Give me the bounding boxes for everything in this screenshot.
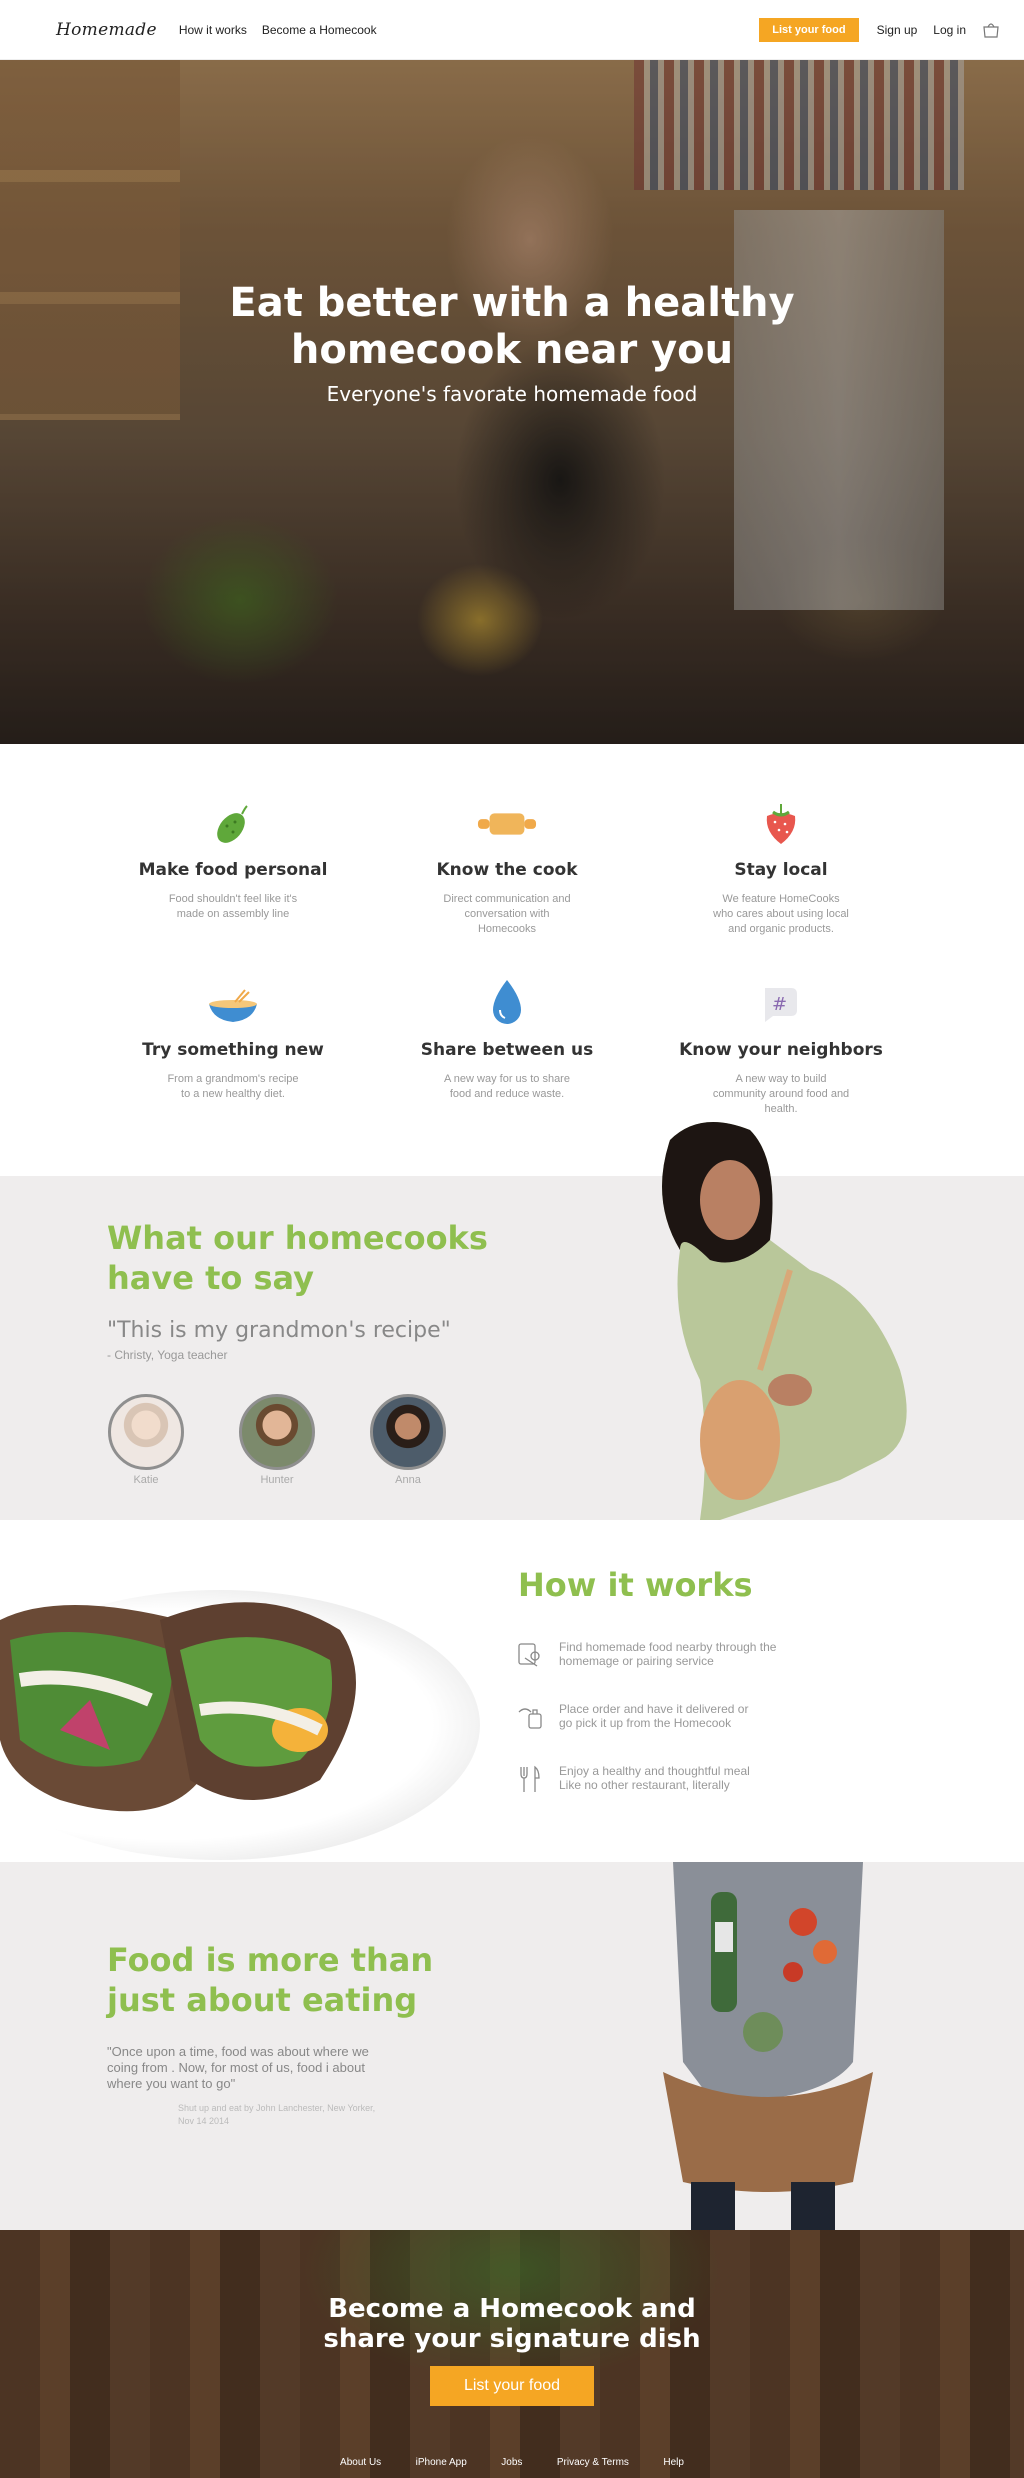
testimonials-heading-line-1: What our homecooks [107, 1219, 488, 1257]
hero-title-line-1: Eat better with a healthy [229, 280, 795, 326]
shopping-bag-icon[interactable] [982, 21, 1000, 38]
footer-links: About Us iPhone App Jobs Privacy & Terms… [0, 2452, 1024, 2470]
step-text-line-1: Find homemade food nearby through the [559, 1640, 777, 1654]
become-homecook-cta-section: Become a Homecook and share your signatu… [0, 2230, 1024, 2478]
how-it-works-heading: How it works [518, 1566, 753, 1604]
feature-stay-local: Stay local We feature HomeCooks who care… [671, 796, 891, 937]
footer-link-jobs[interactable]: Jobs [501, 2457, 522, 2468]
food-heading: Food is more than just about eating [107, 1940, 433, 2020]
avatar[interactable] [370, 1394, 446, 1470]
avatar-hunter[interactable]: Hunter [238, 1394, 316, 1486]
food-heading-line-2: just about eating [107, 1981, 418, 2019]
top-navbar: Homemade How it works Become a Homecook … [0, 0, 1024, 60]
step-find-food: Find homemade food nearby through the ho… [515, 1640, 819, 1670]
features-section: Make food personal Food shouldn't feel l… [0, 744, 1024, 1176]
feature-text: We feature HomeCooks who cares about usi… [713, 893, 849, 935]
feature-title: Share between us [420, 1040, 594, 1060]
phone-search-icon [518, 1643, 540, 1667]
cta-background-overlay [0, 2230, 1024, 2478]
hero-subtitle: Everyone's favorate homemade food [326, 382, 698, 406]
fork-knife-icon [520, 1765, 540, 1792]
step-text-line-1: Enjoy a healthy and thoughtful meal [559, 1764, 750, 1778]
food-heading-line-1: Food is more than [107, 1941, 434, 1979]
hero-title-line-2: homecook near you [290, 327, 734, 373]
pickle-icon [203, 796, 263, 852]
cta-heading-line-2: share your signature dish [323, 2324, 701, 2354]
step-text-line-2: homemage or pairing service [559, 1654, 714, 1668]
list-your-food-button[interactable]: List your food [759, 17, 859, 42]
feature-title: Try something new [142, 1040, 324, 1060]
nav-link-become-homecook[interactable]: Become a Homecook [262, 23, 377, 37]
feature-text: Food shouldn't feel like it's made on as… [168, 893, 298, 920]
avatar[interactable] [108, 1394, 184, 1470]
step-text-line-1: Place order and have it delivered or [559, 1702, 749, 1716]
footer-link-iphone-app[interactable]: iPhone App [416, 2457, 467, 2468]
testimonials-section: What our homecooks have to say "This is … [0, 1122, 1024, 1520]
step-enjoy-meal: Enjoy a healthy and thoughtful meal Like… [515, 1764, 819, 1794]
footer-link-about-us[interactable]: About Us [340, 2457, 381, 2468]
avatar-anna[interactable]: Anna [369, 1394, 447, 1486]
feature-title: Stay local [734, 860, 828, 880]
order-bag-icon [518, 1708, 542, 1729]
feature-make-food-personal: Make food personal Food shouldn't feel l… [123, 796, 343, 922]
step-text-line-2: Like no other restaurant, literally [559, 1778, 730, 1792]
testimonial-quote: "This is my grandmon's recipe" [107, 1318, 451, 1343]
feature-share-between-us: Share between us A new way for us to sha… [397, 976, 617, 1102]
testimonials-heading-line-2: have to say [107, 1259, 315, 1297]
svg-text:#: # [772, 994, 787, 1015]
feature-text: A new way to build community around food… [712, 1073, 850, 1115]
how-it-works-section: How it works Find homemade food nearby t… [0, 1520, 1024, 1862]
food-quote: "Once upon a time, food was about where … [107, 2044, 369, 2091]
log-in-link[interactable]: Log in [933, 23, 966, 37]
feature-know-your-neighbors: # Know your neighbors A new way to build… [671, 976, 891, 1117]
cta-heading: Become a Homecook and share your signatu… [0, 2294, 1024, 2354]
step-text: Place order and have it delivered or go … [559, 1702, 819, 1730]
footer-link-privacy-terms[interactable]: Privacy & Terms [557, 2457, 629, 2468]
sign-up-link[interactable]: Sign up [877, 23, 918, 37]
step-text: Find homemade food nearby through the ho… [559, 1640, 819, 1668]
feature-title: Make food personal [138, 860, 328, 880]
feature-text: From a grandmom's recipe to a new health… [167, 1073, 299, 1100]
cta-list-your-food-button[interactable]: List your food [430, 2366, 594, 2406]
feature-try-something-new: Try something new From a grandmom's reci… [123, 976, 343, 1102]
cta-heading-line-1: Become a Homecook and [328, 2294, 696, 2324]
hero-banner: Eat better with a healthy homecook near … [0, 60, 1024, 744]
food-citation: Shut up and eat by John Lanchester, New … [178, 2103, 376, 2126]
food-quote-section: Food is more than just about eating "Onc… [0, 1862, 1024, 2230]
feature-title: Know your neighbors [679, 1040, 883, 1060]
woman-with-spoon-photo [662, 1122, 907, 1520]
step-text-line-2: go pick it up from the Homecook [559, 1716, 732, 1730]
logo[interactable]: Homemade [56, 20, 157, 40]
avatar-name: Hunter [260, 1474, 294, 1486]
testimonial-author: - Christy, Yoga teacher [107, 1348, 228, 1362]
hero-title: Eat better with a healthy homecook near … [0, 280, 1024, 374]
sandwich-photo [0, 1602, 356, 1812]
avatar-name: Anna [395, 1474, 421, 1486]
hashtag-bubble-icon: # [751, 976, 811, 1032]
feature-text: A new way for us to share food and reduc… [444, 1073, 570, 1100]
step-place-order: Place order and have it delivered or go … [515, 1702, 819, 1732]
step-text: Enjoy a healthy and thoughtful meal Like… [559, 1764, 819, 1792]
strawberry-icon [751, 796, 811, 852]
feature-text: Direct communication and conversation wi… [443, 893, 571, 935]
feature-know-the-cook: Know the cook Direct communication and c… [397, 796, 617, 937]
footer-link-help[interactable]: Help [663, 2457, 684, 2468]
bowl-icon [203, 976, 263, 1032]
basket-person-photo [663, 1862, 873, 2230]
nav-link-how-it-works[interactable]: How it works [179, 23, 247, 37]
rolling-pin-icon [477, 796, 537, 852]
water-drop-icon [477, 976, 537, 1032]
testimonials-heading: What our homecooks have to say [107, 1218, 488, 1298]
feature-title: Know the cook [436, 860, 578, 880]
avatar[interactable] [239, 1394, 315, 1470]
avatar-name: Katie [133, 1474, 159, 1486]
avatar-katie[interactable]: Katie [107, 1394, 185, 1486]
